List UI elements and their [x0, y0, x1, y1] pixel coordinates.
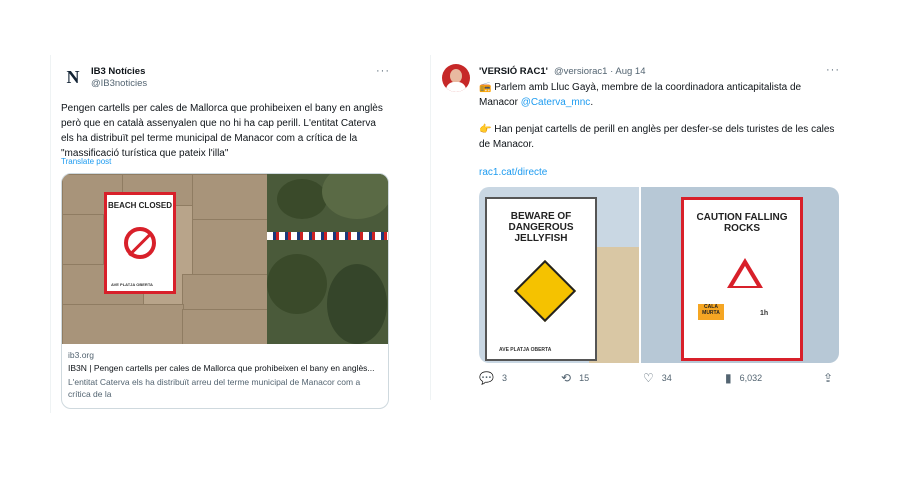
tweet-text-line2: 👉 Han penjat cartells de perill en anglè…	[479, 122, 839, 152]
tweet-media[interactable]: BEWARE OF DANGEROUS JELLYFISH AVE PLATJA…	[479, 187, 839, 363]
trees	[267, 174, 388, 344]
author-name[interactable]: IB3 Notícies	[91, 66, 145, 77]
author-name[interactable]: 'VERSIÓ RAC1'	[479, 66, 548, 77]
walk-time: 1h	[760, 310, 769, 317]
author-handle[interactable]: @IB3noticies	[91, 78, 147, 89]
sign-left-footer: AVE PLATJA OBERTA	[499, 347, 552, 353]
jellyfish-warning-icon	[513, 259, 577, 323]
cala-murta-label: CALA MURTA	[698, 304, 724, 320]
repost-button[interactable]: ⟲ 15	[561, 371, 589, 385]
sign-footer: AVE PLATJA OBERTA	[111, 282, 153, 287]
tweet-actions: 💬 3 ⟲ 15 ♡ 34 ▮ 6,032 ⇪	[479, 371, 839, 391]
repost-count: 15	[579, 373, 590, 383]
views-count: 6,032	[739, 373, 763, 383]
rac1-directe-link[interactable]: rac1.cat/directe	[479, 167, 547, 178]
tweet-versiorac1[interactable]: 'VERSIÓ RAC1' @versiorac1 · Aug 14 ··· 📻…	[430, 55, 851, 400]
sign-left-title: BEWARE OF DANGEROUS JELLYFISH	[508, 211, 574, 244]
flags-rope	[267, 232, 388, 240]
no-swimming-icon	[124, 227, 156, 259]
reply-icon: 💬	[479, 371, 494, 385]
card-description: L'entitat Caterva els ha distribuït arre…	[68, 377, 361, 399]
falling-rocks-sign: CAUTION FALLING ROCKS CALA MURTA 1h	[681, 197, 803, 361]
tweet-text-line1: 📻 Parlem amb Lluc Gayà, membre de la coo…	[479, 80, 839, 110]
rac1-avatar[interactable]	[442, 64, 470, 92]
radio-emoji-icon: 📻	[479, 82, 492, 93]
like-count: 34	[661, 373, 672, 383]
card-title[interactable]: IB3N | Pengen cartells per cales de Mall…	[68, 363, 375, 373]
link-card[interactable]: BEACH CLOSED AVE PLATJA OBERTA ib3.org I…	[61, 173, 389, 409]
ib3-avatar[interactable]: N	[61, 65, 85, 89]
views-icon: ▮	[725, 371, 732, 385]
sign-right-title: CAUTION FALLING ROCKS	[696, 212, 788, 234]
sign-title: BEACH CLOSED	[107, 201, 172, 210]
pointing-hand-emoji-icon: 👉	[479, 124, 492, 135]
more-options-icon[interactable]: ···	[826, 64, 840, 76]
author-handle-time[interactable]: @versiorac1 · Aug 14	[554, 66, 646, 77]
mention-caterva-link[interactable]: @Caterva_mnc	[521, 97, 591, 108]
jellyfish-photo[interactable]: BEWARE OF DANGEROUS JELLYFISH AVE PLATJA…	[479, 187, 639, 363]
like-button[interactable]: ♡ 34	[643, 371, 672, 385]
reply-count: 3	[501, 373, 507, 383]
avatar-letter: N	[66, 66, 80, 87]
tweet-ib3[interactable]: N IB3 Notícies @IB3noticies ··· Pengen c…	[50, 55, 398, 413]
repost-icon: ⟲	[561, 371, 572, 385]
falling-rocks-icon-inner	[733, 266, 757, 286]
card-domain: ib3.org	[68, 350, 94, 360]
line2-text: Han penjat cartells de perill en anglès …	[479, 124, 835, 150]
like-icon: ♡	[643, 371, 654, 385]
more-options-icon[interactable]: ···	[376, 65, 390, 77]
reply-button[interactable]: 💬 3	[479, 371, 507, 385]
line1-end: .	[590, 97, 594, 108]
card-image[interactable]: BEACH CLOSED AVE PLATJA OBERTA	[62, 174, 388, 344]
translate-post-link[interactable]: Translate post	[61, 157, 111, 166]
beach-closed-sign: BEACH CLOSED AVE PLATJA OBERTA	[104, 192, 176, 294]
falling-rocks-photo[interactable]: CAUTION FALLING ROCKS CALA MURTA 1h	[641, 187, 839, 363]
jellyfish-sign: BEWARE OF DANGEROUS JELLYFISH AVE PLATJA…	[485, 197, 597, 361]
views-button[interactable]: ▮ 6,032	[725, 371, 762, 385]
tweet-text: Pengen cartells per cales de Mallorca qu…	[61, 103, 383, 159]
share-button[interactable]: ⇪	[823, 371, 833, 385]
share-icon: ⇪	[823, 371, 834, 385]
